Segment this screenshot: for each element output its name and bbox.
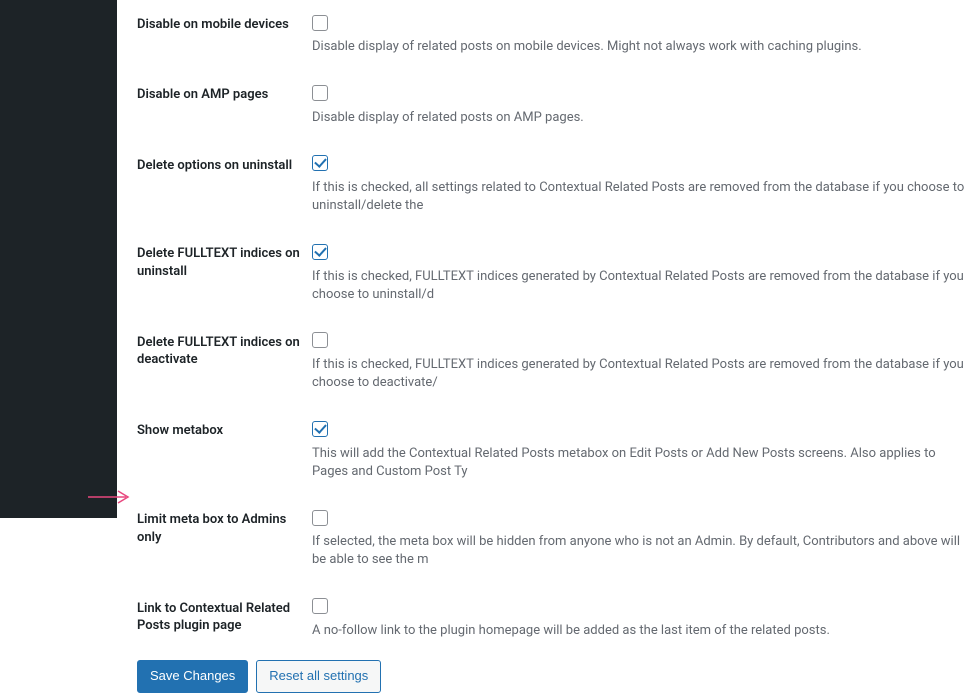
settings-form-table: Disable on mobile devices Disable displa… bbox=[137, 0, 969, 654]
setting-label: Limit meta box to Admins only bbox=[137, 509, 312, 546]
setting-field: If this is checked, all settings related… bbox=[312, 155, 969, 216]
setting-label: Delete FULLTEXT indices on deactivate bbox=[137, 332, 312, 369]
setting-field: This will add the Contextual Related Pos… bbox=[312, 420, 969, 481]
setting-row-delete-options-uninstall: Delete options on uninstall If this is c… bbox=[137, 141, 969, 230]
setting-field: A no-follow link to the plugin homepage … bbox=[312, 598, 969, 640]
disable-mobile-checkbox[interactable] bbox=[312, 15, 328, 31]
setting-description: If selected, the meta box will be hidden… bbox=[312, 534, 960, 567]
setting-label: Disable on mobile devices bbox=[137, 14, 312, 34]
setting-description: If this is checked, FULLTEXT indices gen… bbox=[312, 269, 964, 302]
setting-row-delete-fulltext-deactivate: Delete FULLTEXT indices on deactivate If… bbox=[137, 318, 969, 407]
setting-label: Show metabox bbox=[137, 420, 312, 440]
settings-content: Disable on mobile devices Disable displa… bbox=[117, 0, 969, 518]
form-buttons: Save Changes Reset all settings bbox=[137, 654, 969, 693]
setting-description: This will add the Contextual Related Pos… bbox=[312, 446, 936, 479]
setting-row-link-plugin-page: Link to Contextual Related Posts plugin … bbox=[137, 584, 969, 654]
setting-row-disable-amp: Disable on AMP pages Disable display of … bbox=[137, 70, 969, 140]
delete-fulltext-uninstall-checkbox[interactable] bbox=[312, 244, 328, 260]
setting-field: Disable display of related posts on AMP … bbox=[312, 84, 969, 126]
delete-fulltext-deactivate-checkbox[interactable] bbox=[312, 332, 328, 348]
setting-description: A no-follow link to the plugin homepage … bbox=[312, 623, 830, 638]
delete-options-uninstall-checkbox[interactable] bbox=[312, 155, 328, 171]
setting-field: Disable display of related posts on mobi… bbox=[312, 14, 969, 56]
setting-label: Delete FULLTEXT indices on uninstall bbox=[137, 243, 312, 280]
setting-row-disable-mobile: Disable on mobile devices Disable displa… bbox=[137, 0, 969, 70]
setting-label: Delete options on uninstall bbox=[137, 155, 312, 175]
setting-row-show-metabox: Show metabox This will add the Contextua… bbox=[137, 406, 969, 495]
setting-label: Disable on AMP pages bbox=[137, 84, 312, 104]
setting-field: If this is checked, FULLTEXT indices gen… bbox=[312, 243, 969, 304]
setting-row-delete-fulltext-uninstall: Delete FULLTEXT indices on uninstall If … bbox=[137, 229, 969, 318]
setting-description: Disable display of related posts on mobi… bbox=[312, 39, 862, 54]
reset-all-settings-button[interactable]: Reset all settings bbox=[256, 660, 381, 693]
disable-amp-checkbox[interactable] bbox=[312, 85, 328, 101]
setting-row-limit-metabox-admins: Limit meta box to Admins only If selecte… bbox=[137, 495, 969, 584]
setting-description: If this is checked, FULLTEXT indices gen… bbox=[312, 357, 964, 390]
setting-field: If selected, the meta box will be hidden… bbox=[312, 509, 969, 570]
setting-label: Link to Contextual Related Posts plugin … bbox=[137, 598, 312, 635]
show-metabox-checkbox[interactable] bbox=[312, 421, 328, 437]
admin-sidebar bbox=[0, 0, 117, 518]
link-plugin-page-checkbox[interactable] bbox=[312, 598, 328, 614]
setting-description: If this is checked, all settings related… bbox=[312, 180, 964, 213]
setting-description: Disable display of related posts on AMP … bbox=[312, 110, 584, 125]
setting-field: If this is checked, FULLTEXT indices gen… bbox=[312, 332, 969, 393]
save-changes-button[interactable]: Save Changes bbox=[137, 660, 248, 693]
